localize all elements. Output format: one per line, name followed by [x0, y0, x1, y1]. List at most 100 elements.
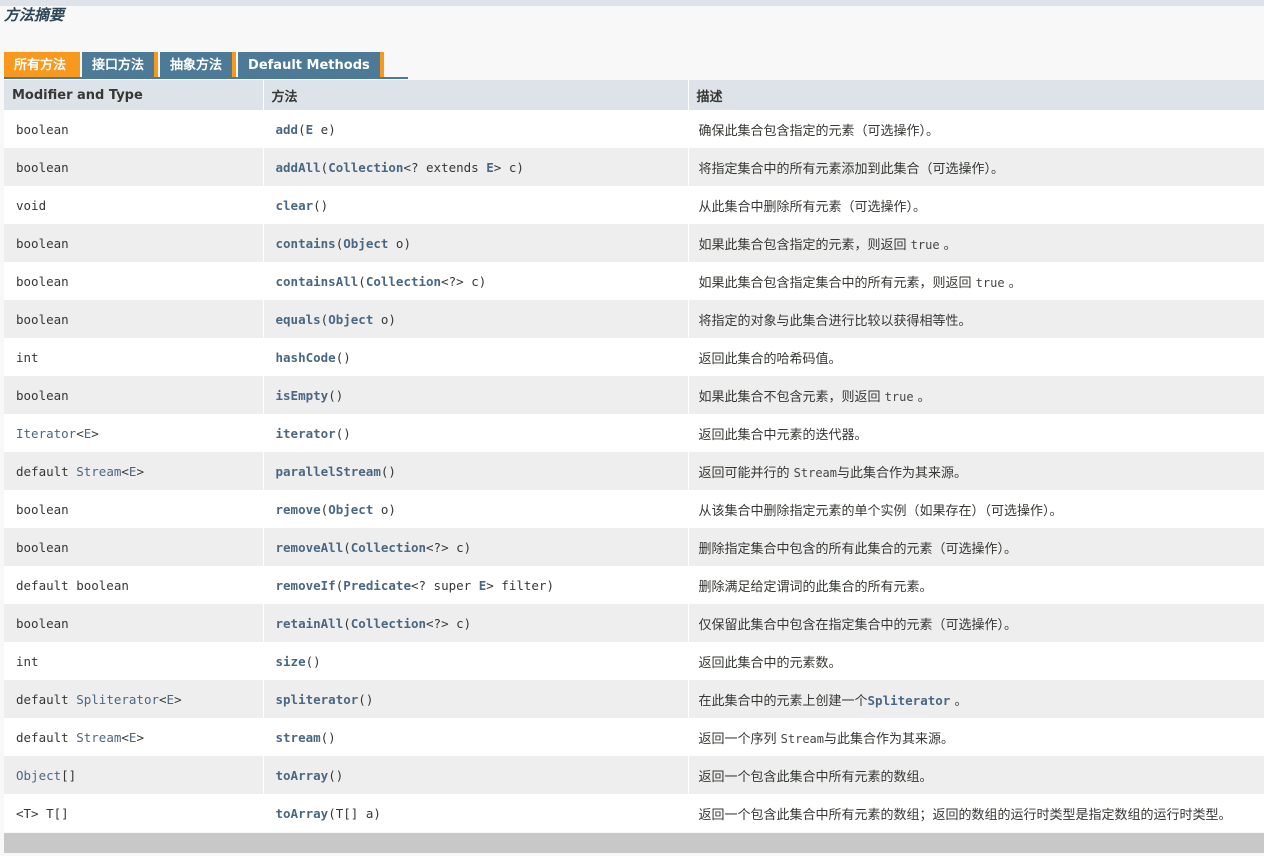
- method-signature-cell: toArray(T[] a): [263, 794, 689, 832]
- table-row: default Spliterator<E> spliterator() 在此集合中…: [4, 680, 1264, 718]
- type-text: <: [76, 425, 84, 441]
- param-type-link[interactable]: E: [306, 122, 314, 137]
- description-text: 将指定集合中的所有元素添加到此集合（可选操作）。: [698, 161, 1005, 177]
- signature-text: <? super: [410, 577, 479, 593]
- method-name-link[interactable]: spliterator: [276, 692, 359, 707]
- modifier-type-cell: void: [4, 186, 264, 224]
- description-text: 将指定的对象与此集合进行比较以获得相等性。: [698, 313, 972, 329]
- signature-text: (: [358, 273, 366, 289]
- method-name-link[interactable]: add: [276, 122, 299, 137]
- type-text: boolean: [16, 501, 69, 517]
- type-link[interactable]: Object: [16, 768, 61, 783]
- method-name-link[interactable]: removeAll: [276, 540, 344, 555]
- param-type-link[interactable]: Collection: [351, 616, 426, 631]
- type-link[interactable]: Stream: [76, 464, 121, 479]
- tab-all-methods[interactable]: 所有方法: [4, 52, 81, 77]
- modifier-type-cell: default Spliterator<E>: [4, 680, 264, 718]
- description-cell: 确保此集合包含指定的元素（可选操作）。: [688, 110, 1264, 148]
- type-text: default: [16, 691, 77, 707]
- table-row: Iterator<E> iterator() 返回此集合中元素的迭代器。: [4, 414, 1264, 452]
- method-signature-cell: stream(): [263, 718, 689, 756]
- method-filter-tabs: 所有方法 接口方法 抽象方法 Default Methods: [4, 52, 386, 78]
- type-text: int: [16, 349, 39, 365]
- param-type-link[interactable]: Collection: [366, 274, 441, 289]
- description-cell: 从此集合中删除所有元素（可选操作）。: [688, 186, 1264, 224]
- description-text: 仅保留此集合中包含在指定集合中的元素（可选操作）。: [698, 617, 1018, 633]
- description-text: 如果此集合包含指定的元素，则返回: [698, 237, 911, 253]
- tab-default-methods[interactable]: Default Methods: [238, 52, 384, 77]
- modifier-type-cell: <T> T[]: [4, 794, 264, 832]
- signature-text: (: [343, 539, 351, 555]
- method-name-link[interactable]: addAll: [276, 160, 321, 175]
- method-name-link[interactable]: iterator: [276, 426, 336, 441]
- tabs-underline: [4, 77, 408, 79]
- description-code: true: [910, 237, 940, 252]
- type-text: boolean: [16, 273, 69, 289]
- method-name-link[interactable]: stream: [276, 730, 321, 745]
- method-name-link[interactable]: retainAll: [276, 616, 344, 631]
- method-name-link[interactable]: removeIf: [276, 578, 336, 593]
- method-name-link[interactable]: clear: [276, 198, 314, 213]
- description-cell: 在此集合中的元素上创建一个Spliterator 。: [688, 680, 1264, 718]
- javadoc-page: 方法摘要 所有方法 接口方法 抽象方法 Default Methods Modi…: [0, 0, 1264, 856]
- method-signature-cell: equals(Object o): [263, 300, 689, 338]
- description-cell: 返回此集合的哈希码值。: [688, 338, 1264, 376]
- modifier-type-cell: Iterator<E>: [4, 414, 264, 452]
- signature-text: (): [335, 349, 351, 365]
- method-summary-table-wrap: Modifier and Type 方法 描述 boolean add(E e) 确…: [4, 80, 1264, 832]
- param-type-link[interactable]: Object: [343, 236, 388, 251]
- method-name-link[interactable]: remove: [276, 502, 321, 517]
- param-type-link[interactable]: Object: [328, 502, 373, 517]
- signature-text: o): [388, 235, 411, 251]
- table-row: int size() 返回此集合中的元素数。: [4, 642, 1264, 680]
- type-text: boolean: [16, 121, 69, 137]
- param-type-link[interactable]: Predicate: [343, 578, 411, 593]
- method-name-link[interactable]: size: [276, 654, 306, 669]
- tab-abstract-methods[interactable]: 抽象方法: [160, 52, 237, 77]
- horizontal-scrollbar[interactable]: [4, 833, 1264, 853]
- column-header-description: 描述: [688, 80, 1264, 110]
- method-summary-table: Modifier and Type 方法 描述 boolean add(E e) 确…: [4, 80, 1264, 832]
- param-type-link[interactable]: E: [486, 160, 494, 175]
- type-text: >: [91, 425, 99, 441]
- signature-text: <?> c): [426, 615, 472, 631]
- signature-text: <?> c): [441, 273, 487, 289]
- table-row: void clear() 从此集合中删除所有元素（可选操作）。: [4, 186, 1264, 224]
- type-text: int: [16, 653, 39, 669]
- top-strip: [0, 0, 1264, 6]
- method-name-link[interactable]: toArray: [276, 806, 329, 821]
- type-link[interactable]: Iterator: [16, 426, 76, 441]
- method-signature-cell: parallelStream(): [263, 452, 689, 490]
- method-signature-cell: containsAll(Collection<?> c): [263, 262, 689, 300]
- method-name-link[interactable]: toArray: [276, 768, 329, 783]
- param-type-link[interactable]: Object: [328, 312, 373, 327]
- table-row: boolean addAll(Collection<? extends E> c)…: [4, 148, 1264, 186]
- method-name-link[interactable]: hashCode: [276, 350, 336, 365]
- method-name-link[interactable]: equals: [276, 312, 321, 327]
- table-row: boolean isEmpty() 如果此集合不包含元素，则返回 true 。: [4, 376, 1264, 414]
- description-text: 从此集合中删除所有元素（可选操作）。: [698, 199, 927, 215]
- param-type-link[interactable]: Collection: [351, 540, 426, 555]
- signature-text: (: [343, 615, 351, 631]
- type-link[interactable]: Spliterator: [76, 692, 159, 707]
- modifier-type-cell: boolean: [4, 376, 264, 414]
- description-text: 返回此集合中元素的迭代器。: [698, 427, 868, 443]
- tab-interface-methods[interactable]: 接口方法: [82, 52, 159, 77]
- param-type-link[interactable]: Collection: [328, 160, 403, 175]
- description-code-link[interactable]: Spliterator: [868, 693, 951, 708]
- description-text: 如果此集合包含指定集合中的所有元素，则返回: [698, 275, 976, 291]
- signature-text: <?> c): [426, 539, 472, 555]
- table-row: Object[] toArray() 返回一个包含此集合中所有元素的数组。: [4, 756, 1264, 794]
- type-link[interactable]: Stream: [76, 730, 121, 745]
- method-name-link[interactable]: contains: [276, 236, 336, 251]
- type-text: >: [174, 691, 182, 707]
- description-cell: 删除指定集合中包含的所有此集合的元素（可选操作）。: [688, 528, 1264, 566]
- method-name-link[interactable]: parallelStream: [276, 464, 381, 479]
- description-text: 返回一个包含此集合中所有元素的数组；返回的数组的运行时类型是指定数组的运行时类型…: [698, 807, 1232, 823]
- signature-text: (): [328, 767, 344, 783]
- signature-text: > c): [493, 159, 524, 175]
- method-name-link[interactable]: isEmpty: [276, 388, 329, 403]
- method-name-link[interactable]: containsAll: [276, 274, 359, 289]
- type-link[interactable]: E: [167, 692, 175, 707]
- description-text: 如果此集合不包含元素，则返回: [698, 389, 885, 405]
